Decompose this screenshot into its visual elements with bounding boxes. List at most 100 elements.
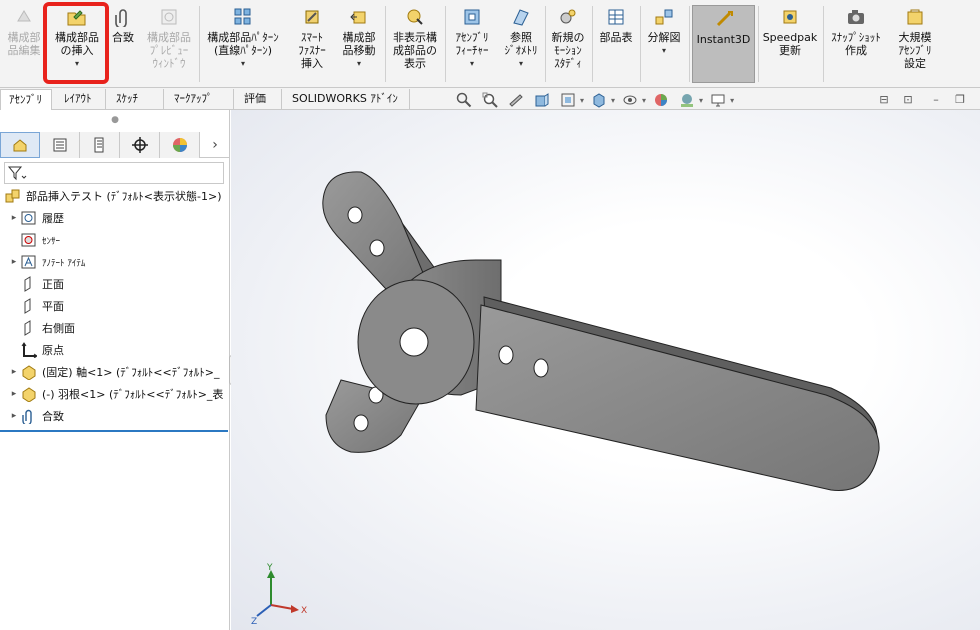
tree-item-top-plane[interactable]: 平面	[8, 296, 64, 316]
bom-button[interactable]: 部品表	[594, 4, 638, 84]
scene-caret-icon[interactable]: ▾	[699, 96, 703, 105]
zoom-to-area-icon[interactable]	[481, 91, 499, 109]
zoom-to-fit-icon[interactable]	[455, 91, 473, 109]
large-assembly-settings-button[interactable]: 大規模 ｱｾﾝﾌﾞﾘ 設定	[888, 4, 942, 84]
large-assembly-icon	[904, 6, 926, 28]
collapse-right-icon[interactable]: ⊡	[900, 93, 916, 107]
tab-feature-manager[interactable]	[0, 132, 40, 158]
tab-layout[interactable]: ﾚｲｱｳﾄ	[56, 89, 106, 109]
tab-dimxpert-manager[interactable]	[120, 132, 160, 158]
triad-z-label: Z	[251, 617, 257, 627]
tree-root-assembly[interactable]: 部品挿入テスト (ﾃﾞﾌｫﾙﾄ<表示状態-1>)	[4, 186, 221, 206]
filter-icon	[7, 166, 27, 181]
assembly-features-button[interactable]: ｱｾﾝﾌﾞﾘ ﾌｨｰﾁｬｰ ▾	[446, 4, 498, 84]
reference-geometry-dropdown-icon[interactable]: ▾	[519, 59, 523, 68]
expand-arrow-icon[interactable]: ▸	[8, 389, 20, 399]
component-preview-button[interactable]: 構成部品 ﾌﾟﾚﾋﾞｭｰ ｳｨﾝﾄﾞｳ	[140, 4, 198, 84]
tree-end-marker	[0, 430, 228, 432]
edit-appearance-icon[interactable]	[652, 91, 670, 109]
exploded-view-icon	[653, 6, 675, 28]
tree-filter-box[interactable]	[4, 162, 224, 184]
tree-item-mates[interactable]: ▸ 合致	[8, 406, 64, 426]
tab-evaluate[interactable]: 評価	[236, 89, 282, 109]
tree-item-annotations[interactable]: ▸ ｱﾉﾃｰﾄ ｱｲﾃﾑ	[8, 252, 85, 272]
tree-item-origin[interactable]: 原点	[8, 340, 64, 360]
hide-show-items-icon[interactable]	[621, 91, 639, 109]
reference-geometry-button[interactable]: 参照 ｼﾞｵﾒﾄﾘ ▾	[500, 4, 542, 84]
tab-assembly[interactable]: ｱｾﾝﾌﾞﾘ	[0, 89, 52, 111]
exploded-view-dropdown-icon[interactable]: ▾	[662, 46, 666, 55]
tree-item-right-plane[interactable]: 右側面	[8, 318, 75, 338]
plane-icon	[20, 319, 38, 337]
ribbon-separator	[385, 6, 386, 82]
tab-configuration-manager[interactable]	[80, 132, 120, 158]
display-style-caret-icon[interactable]: ▾	[611, 96, 615, 105]
snapshot-button[interactable]: ｽﾅｯﾌﾟｼｮｯﾄ 作成	[826, 4, 886, 84]
tree-item-history[interactable]: ▸ 履歴	[8, 208, 64, 228]
tree-item-label: ｱﾉﾃｰﾄ ｱｲﾃﾑ	[42, 258, 86, 269]
plane-icon	[20, 297, 38, 315]
speedpak-button[interactable]: Speedpak 更新	[760, 4, 820, 84]
expand-arrow-icon[interactable]: ▸	[8, 367, 20, 377]
tab-markup[interactable]: ﾏｰｸｱｯﾌﾟ	[166, 89, 234, 109]
expand-arrow-icon[interactable]: ▸	[8, 257, 20, 267]
edit-component-button[interactable]: 構成部 品編集	[2, 4, 46, 84]
tree-item-shaft-part[interactable]: ▸ (固定) 軸<1> (ﾃﾞﾌｫﾙﾄ<<ﾃﾞﾌｫﾙﾄ>_	[8, 362, 219, 382]
snapshot-label: ｽﾅｯﾌﾟｼｮｯﾄ 作成	[831, 31, 881, 57]
tree-item-front-plane[interactable]: 正面	[8, 274, 64, 294]
view-settings-icon[interactable]	[709, 91, 727, 109]
apply-scene-icon[interactable]	[678, 91, 696, 109]
triad-y-label: Y	[266, 563, 273, 573]
camera-icon	[845, 6, 867, 28]
collapse-left-icon[interactable]: ⊟	[876, 93, 892, 107]
heads-up-view-toolbar: ▾ ▾ ▾ ▾ ▾	[455, 90, 740, 110]
move-component-dropdown-icon[interactable]: ▾	[357, 59, 361, 68]
exploded-view-button[interactable]: 分解図 ▾	[642, 4, 686, 84]
linear-pattern-button[interactable]: 構成部品ﾊﾟﾀｰﾝ (直線ﾊﾟﾀｰﾝ) ▾	[200, 4, 286, 84]
bom-label: 部品表	[599, 31, 633, 44]
linear-pattern-dropdown-icon[interactable]: ▾	[241, 59, 245, 68]
assembly-features-dropdown-icon[interactable]: ▾	[470, 59, 474, 68]
insert-component-dropdown-icon[interactable]: ▾	[75, 59, 79, 68]
hide-show-caret-icon[interactable]: ▾	[642, 96, 646, 105]
tree-item-label: 原点	[42, 344, 64, 357]
edit-component-label: 構成部 品編集	[7, 31, 41, 57]
tree-item-blade-part[interactable]: ▸ (-) 羽根<1> (ﾃﾞﾌｫﾙﾄ<<ﾃﾞﾌｫﾙﾄ>_表	[8, 384, 223, 404]
configuration-manager-icon	[94, 137, 103, 153]
tree-item-sensors[interactable]: ｾﾝｻｰ	[8, 230, 60, 250]
tab-solidworks-addins[interactable]: SOLIDWORKS ｱﾄﾞｲﾝ	[284, 89, 410, 109]
ribbon-separator	[689, 6, 690, 82]
instant3d-button[interactable]: Instant3D	[692, 5, 755, 83]
view-settings-caret-icon[interactable]: ▾	[730, 96, 734, 105]
blade-hole	[353, 414, 369, 432]
show-hidden-components-button[interactable]: 非表示構 成部品の 表示	[388, 4, 442, 84]
mate-button[interactable]: 合致	[108, 4, 138, 84]
more-tabs-chevron-icon[interactable]: ›	[200, 132, 230, 158]
tab-sketch[interactable]: ｽｹｯﾁ	[108, 89, 164, 109]
tab-display-manager[interactable]	[160, 132, 200, 158]
blade-hole	[369, 239, 385, 257]
move-component-button[interactable]: 構成部 品移動 ▾	[336, 4, 382, 84]
assembly-model-view[interactable]: Y X Z	[231, 110, 980, 630]
mate-icon	[20, 407, 38, 425]
panel-splitter-handle[interactable]: ●	[0, 110, 230, 130]
view-orientation-icon[interactable]	[590, 91, 608, 109]
expand-arrow-icon[interactable]: ▸	[8, 213, 20, 223]
graphics-area[interactable]: Y X Z	[231, 110, 980, 630]
minimize-icon[interactable]: –	[928, 93, 944, 107]
tab-property-manager[interactable]	[40, 132, 80, 158]
dynamic-annotation-view-icon[interactable]	[559, 91, 577, 109]
previous-view-icon[interactable]	[507, 91, 525, 109]
restore-icon[interactable]: ❐	[952, 93, 968, 107]
section-view-icon[interactable]	[533, 91, 551, 109]
tree-item-label: 右側面	[42, 322, 75, 335]
insert-component-button[interactable]: 構成部品 の挿入 ▾	[48, 4, 106, 84]
view-orientation-caret-icon[interactable]: ▾	[580, 96, 584, 105]
linear-pattern-label: 構成部品ﾊﾟﾀｰﾝ (直線ﾊﾟﾀｰﾝ)	[207, 31, 279, 57]
new-motion-study-button[interactable]: 新規の ﾓｰｼｮﾝ ｽﾀﾃﾞｨ	[546, 4, 590, 84]
smart-fasteners-button[interactable]: ｽﾏｰﾄ ﾌｧｽﾅｰ 挿入	[290, 4, 334, 84]
expand-arrow-icon[interactable]: ▸	[8, 411, 20, 421]
arm-hole	[533, 358, 549, 378]
tree-root-label: 部品挿入テスト (ﾃﾞﾌｫﾙﾄ<表示状態-1>)	[26, 190, 222, 203]
long-blade-arm[interactable]	[475, 296, 880, 491]
